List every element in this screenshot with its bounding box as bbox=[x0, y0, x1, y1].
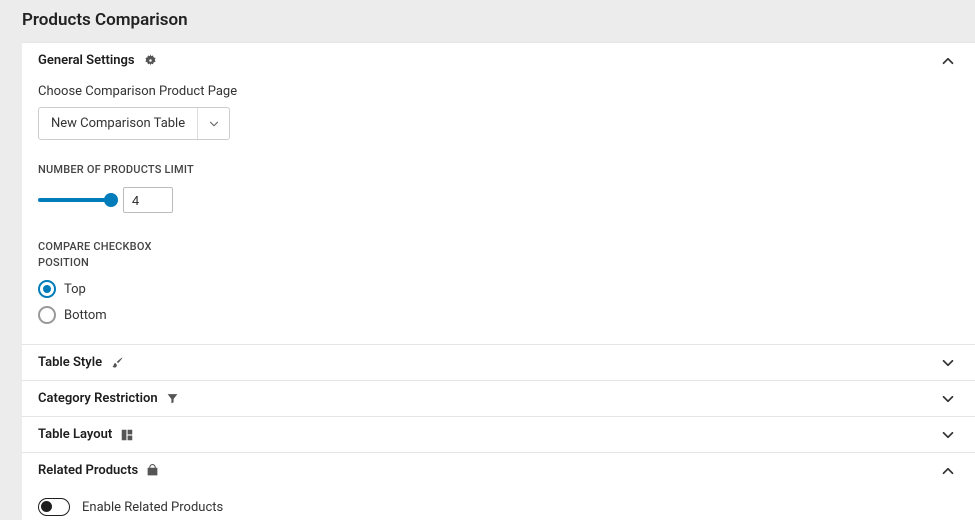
section-title-general: General Settings bbox=[38, 53, 135, 68]
chevron-down-icon bbox=[939, 426, 957, 444]
section-general: General Settings Choose Comparison Produ… bbox=[22, 43, 975, 345]
section-header-general[interactable]: General Settings bbox=[22, 43, 975, 78]
section-title-table-style: Table Style bbox=[38, 355, 102, 370]
toggle-knob bbox=[41, 501, 52, 512]
limit-label: NUMBER OF PRODUCTS LIMIT bbox=[38, 162, 198, 177]
section-header-category-restriction[interactable]: Category Restriction bbox=[22, 381, 975, 416]
enable-related-toggle[interactable] bbox=[38, 498, 70, 516]
filter-icon bbox=[166, 392, 179, 405]
gear-icon bbox=[143, 53, 158, 68]
bag-icon bbox=[146, 464, 159, 477]
chevron-up-icon bbox=[939, 462, 957, 480]
limit-input[interactable] bbox=[123, 187, 173, 213]
product-page-value: New Comparison Table bbox=[39, 108, 197, 139]
page-title: Products Comparison bbox=[22, 10, 975, 30]
radio-top-label: Top bbox=[64, 282, 86, 297]
settings-panel: General Settings Choose Comparison Produ… bbox=[22, 42, 975, 520]
radio-top[interactable]: Top bbox=[38, 280, 959, 298]
chevron-down-icon bbox=[939, 354, 957, 372]
slider-track bbox=[38, 198, 113, 202]
section-related-products: Related Products Enable Related Products bbox=[22, 453, 975, 520]
radio-bottom-label: Bottom bbox=[64, 308, 107, 323]
checkbox-pos-group: Top Bottom bbox=[38, 280, 959, 324]
section-table-layout: Table Layout bbox=[22, 417, 975, 453]
checkbox-pos-label: COMPARE CHECKBOX POSITION bbox=[38, 239, 198, 270]
limit-slider[interactable] bbox=[38, 193, 113, 207]
product-page-select[interactable]: New Comparison Table bbox=[38, 107, 230, 140]
section-table-style: Table Style bbox=[22, 345, 975, 381]
chevron-down-icon bbox=[939, 390, 957, 408]
section-title-table-layout: Table Layout bbox=[38, 427, 112, 442]
slider-thumb[interactable] bbox=[104, 193, 118, 207]
section-body-general: Choose Comparison Product Page New Compa… bbox=[22, 78, 975, 344]
brush-icon bbox=[110, 355, 125, 370]
enable-related-label: Enable Related Products bbox=[82, 500, 223, 515]
section-title-related-products: Related Products bbox=[38, 463, 138, 478]
section-header-table-style[interactable]: Table Style bbox=[22, 345, 975, 380]
radio-top-control[interactable] bbox=[38, 280, 56, 298]
section-title-category-restriction: Category Restriction bbox=[38, 391, 158, 406]
radio-bottom-control[interactable] bbox=[38, 306, 56, 324]
section-header-related-products[interactable]: Related Products bbox=[22, 453, 975, 488]
radio-bottom[interactable]: Bottom bbox=[38, 306, 959, 324]
section-category-restriction: Category Restriction bbox=[22, 381, 975, 417]
section-header-table-layout[interactable]: Table Layout bbox=[22, 417, 975, 452]
enable-related-row: Enable Related Products bbox=[22, 488, 975, 520]
choose-page-label: Choose Comparison Product Page bbox=[38, 84, 959, 99]
layout-icon bbox=[120, 428, 134, 442]
chevron-up-icon bbox=[939, 52, 957, 70]
chevron-down-icon bbox=[197, 108, 229, 139]
